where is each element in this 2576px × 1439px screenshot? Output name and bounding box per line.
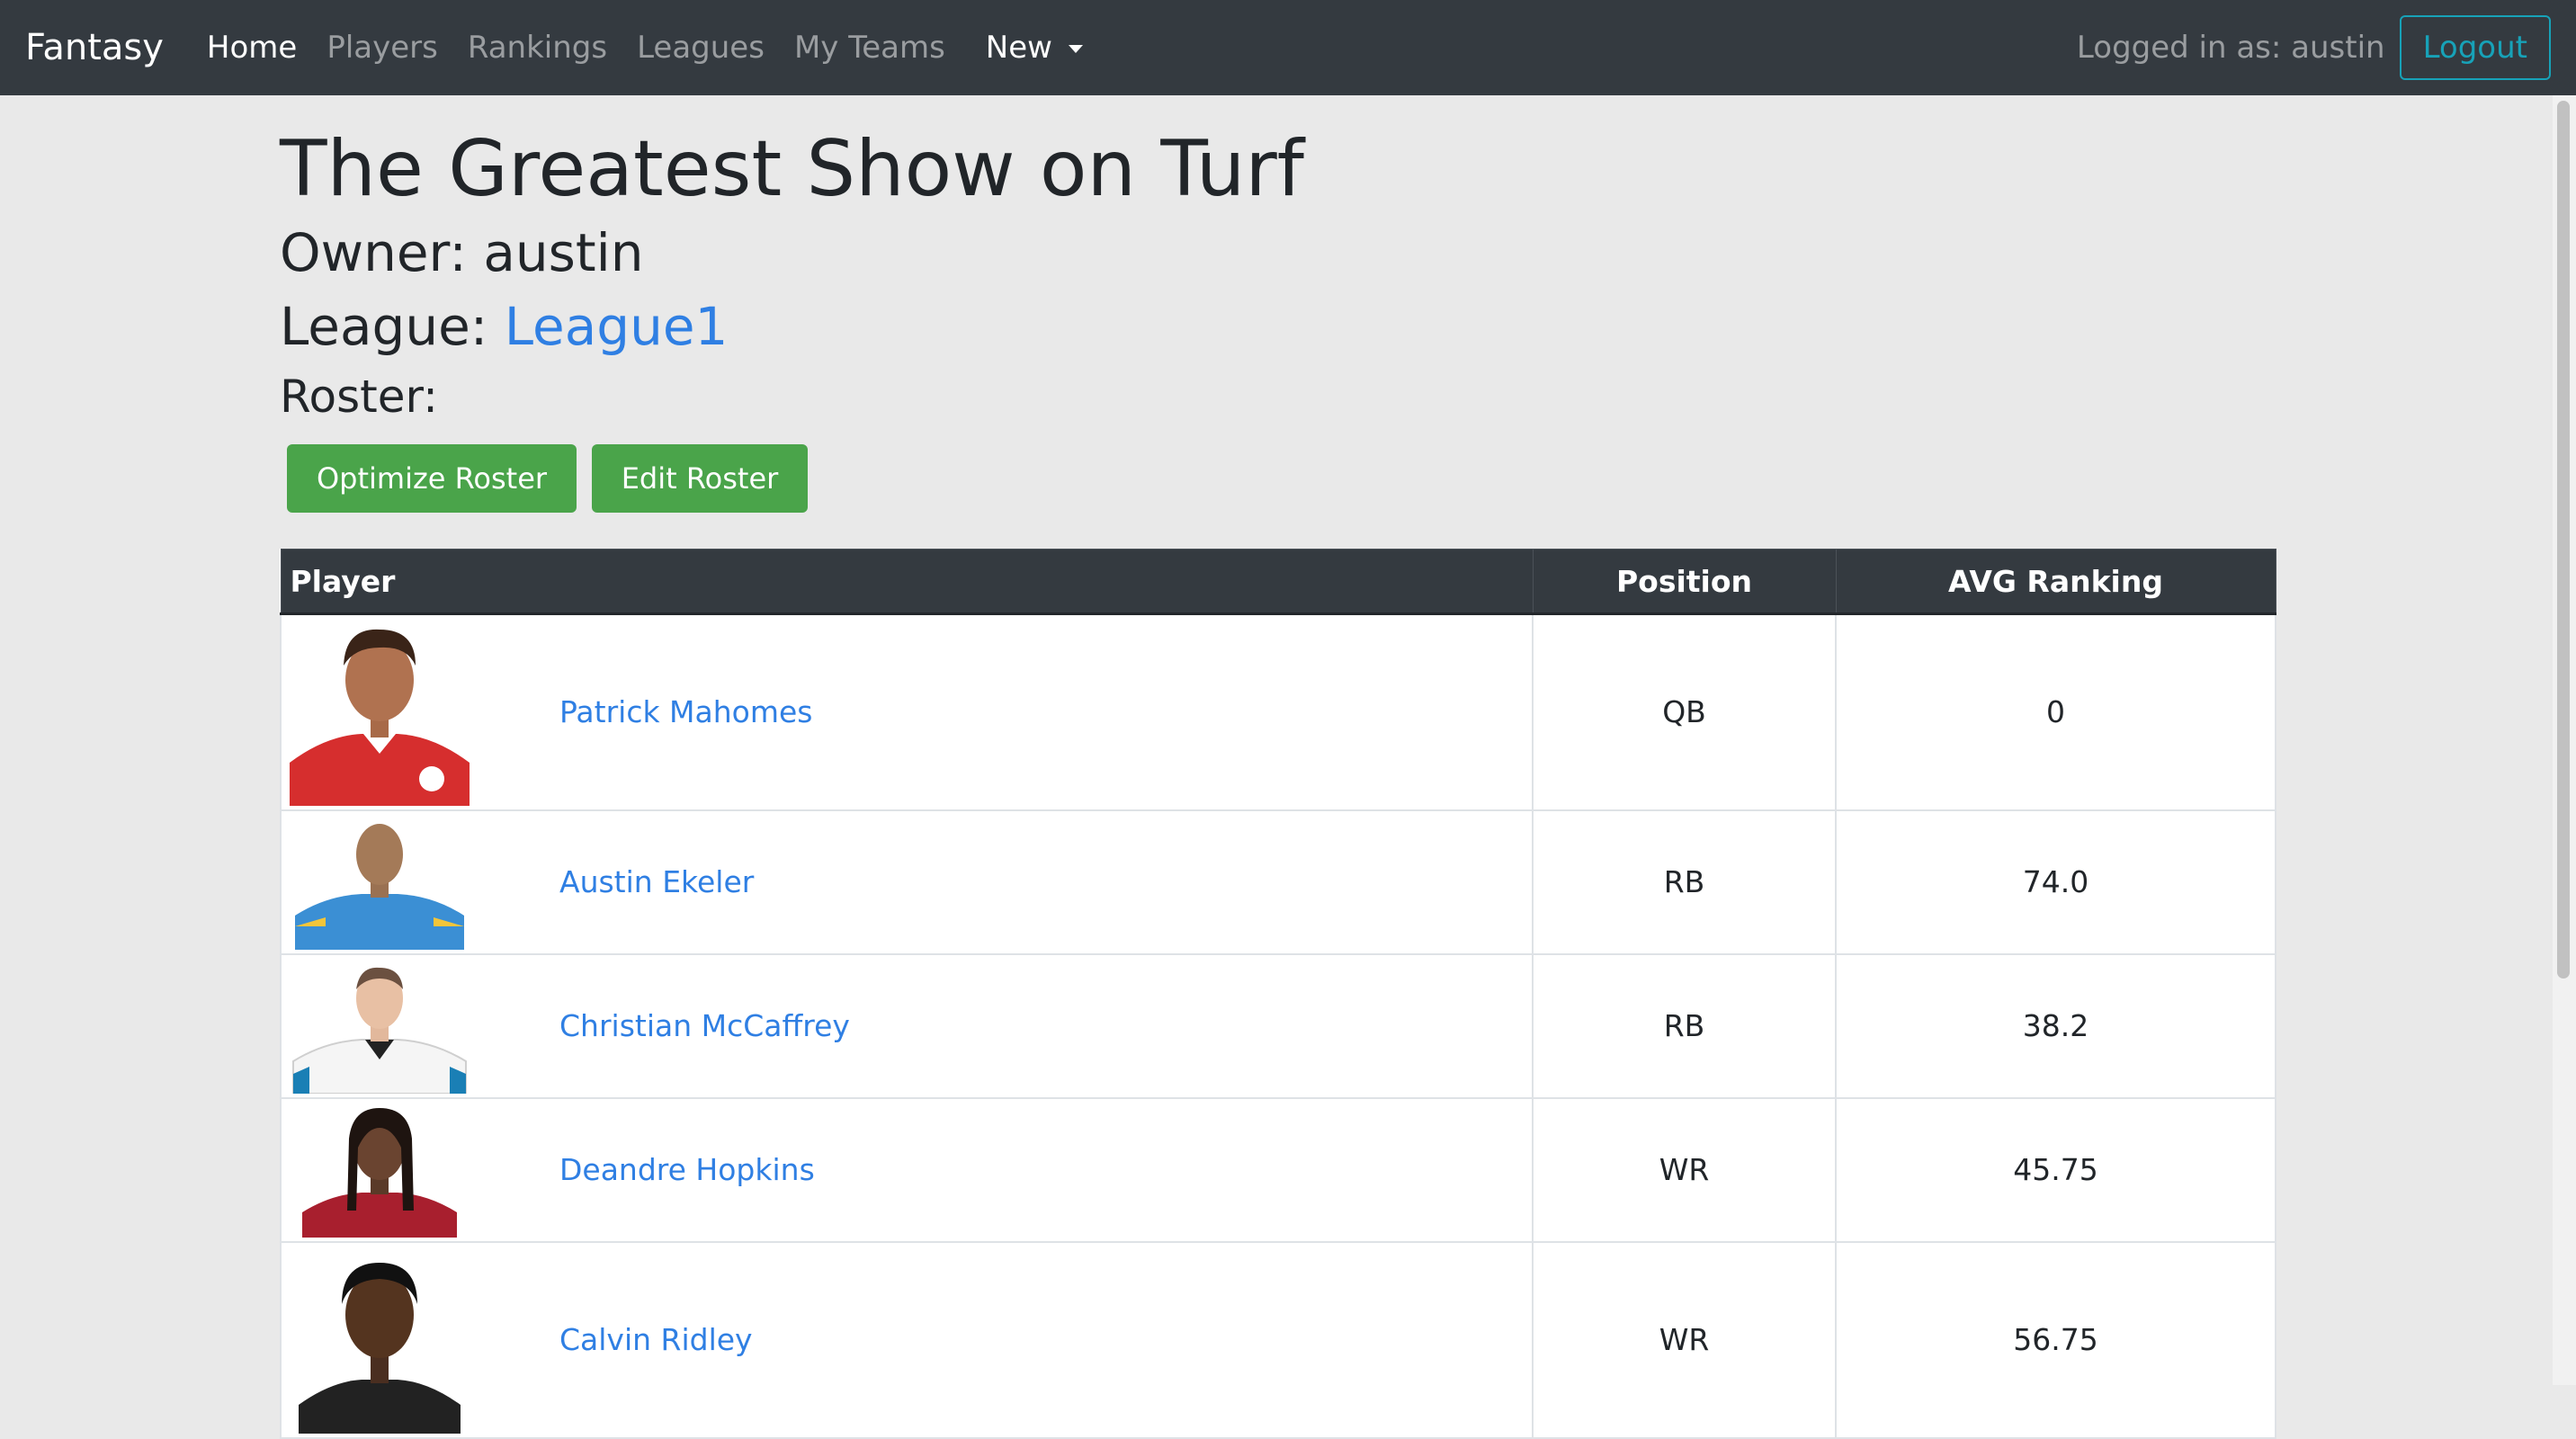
player-position: QB xyxy=(1532,612,1837,811)
player-link[interactable]: Christian McCaffrey xyxy=(559,1008,850,1043)
header-position[interactable]: Position xyxy=(1532,549,1837,615)
optimize-roster-button[interactable]: Optimize Roster xyxy=(287,444,577,513)
league-link[interactable]: League1 xyxy=(505,296,729,357)
nav-home[interactable]: Home xyxy=(207,30,297,66)
player-link[interactable]: Deandre Hopkins xyxy=(559,1152,815,1187)
page-scrollbar[interactable] xyxy=(2553,95,2576,1385)
player-photo xyxy=(290,619,470,806)
nav-my-teams[interactable]: My Teams xyxy=(794,30,945,66)
nav-players[interactable]: Players xyxy=(326,30,438,66)
player-cell: Patrick Mahomes xyxy=(280,612,1534,811)
table-header-row: Player Position AVG Ranking xyxy=(280,549,2276,615)
player-link[interactable]: Austin Ekeler xyxy=(559,864,754,899)
top-navbar: Fantasy Home Players Rankings Leagues My… xyxy=(0,0,2576,95)
player-position: RB xyxy=(1532,952,1837,1099)
header-player[interactable]: Player xyxy=(280,549,1534,615)
player-photo xyxy=(290,959,470,1094)
table-row: Christian McCaffrey RB 38.2 xyxy=(280,952,2276,1099)
player-cell: Christian McCaffrey xyxy=(280,952,1534,1099)
roster-heading: Roster: xyxy=(280,371,439,423)
player-cell: Calvin Ridley xyxy=(280,1240,1534,1439)
team-owner: Owner: austin xyxy=(280,221,643,284)
nav-new-label: New xyxy=(985,30,1052,66)
nav-leagues[interactable]: Leagues xyxy=(637,30,765,66)
nav-new-dropdown[interactable]: New xyxy=(986,30,1083,66)
player-link[interactable]: Calvin Ridley xyxy=(559,1322,753,1357)
team-title: The Greatest Show on Turf xyxy=(280,124,1304,214)
nav-rankings[interactable]: Rankings xyxy=(468,30,607,66)
player-photo xyxy=(290,1103,470,1238)
player-photo xyxy=(290,1247,470,1434)
chevron-down-icon xyxy=(1068,44,1083,53)
table-row: Patrick Mahomes QB 0 xyxy=(280,612,2276,811)
player-link[interactable]: Patrick Mahomes xyxy=(559,694,813,729)
logout-button[interactable]: Logout xyxy=(2399,15,2551,80)
league-label: League: xyxy=(280,296,488,357)
owner-name: austin xyxy=(483,222,644,283)
team-league: League: League1 xyxy=(280,295,728,358)
scrollbar-thumb[interactable] xyxy=(2557,101,2570,979)
player-avg-ranking: 45.75 xyxy=(1835,1096,2276,1243)
table-row: Calvin Ridley WR 56.75 xyxy=(280,1240,2276,1439)
table-row: Deandre Hopkins WR 45.75 xyxy=(280,1096,2276,1243)
player-position: WR xyxy=(1532,1096,1837,1243)
player-avg-ranking: 74.0 xyxy=(1835,809,2276,955)
table-row: Austin Ekeler RB 74.0 xyxy=(280,809,2276,955)
player-position: RB xyxy=(1532,809,1837,955)
player-cell: Austin Ekeler xyxy=(280,809,1534,955)
player-cell: Deandre Hopkins xyxy=(280,1096,1534,1243)
owner-label: Owner: xyxy=(280,222,467,283)
player-position: WR xyxy=(1532,1240,1837,1439)
player-avg-ranking: 56.75 xyxy=(1835,1240,2276,1439)
edit-roster-button[interactable]: Edit Roster xyxy=(592,444,808,513)
brand-logo[interactable]: Fantasy xyxy=(25,27,164,68)
player-avg-ranking: 38.2 xyxy=(1835,952,2276,1099)
logged-in-text: Logged in as: austin xyxy=(2076,30,2385,66)
header-avg-ranking[interactable]: AVG Ranking xyxy=(1835,549,2276,615)
player-avg-ranking: 0 xyxy=(1835,612,2276,811)
player-photo xyxy=(290,815,470,950)
nav-user-area: Logged in as: austin Logout xyxy=(2077,15,2551,80)
roster-table: Player Position AVG Ranking Patrick Maho… xyxy=(280,549,2276,1439)
